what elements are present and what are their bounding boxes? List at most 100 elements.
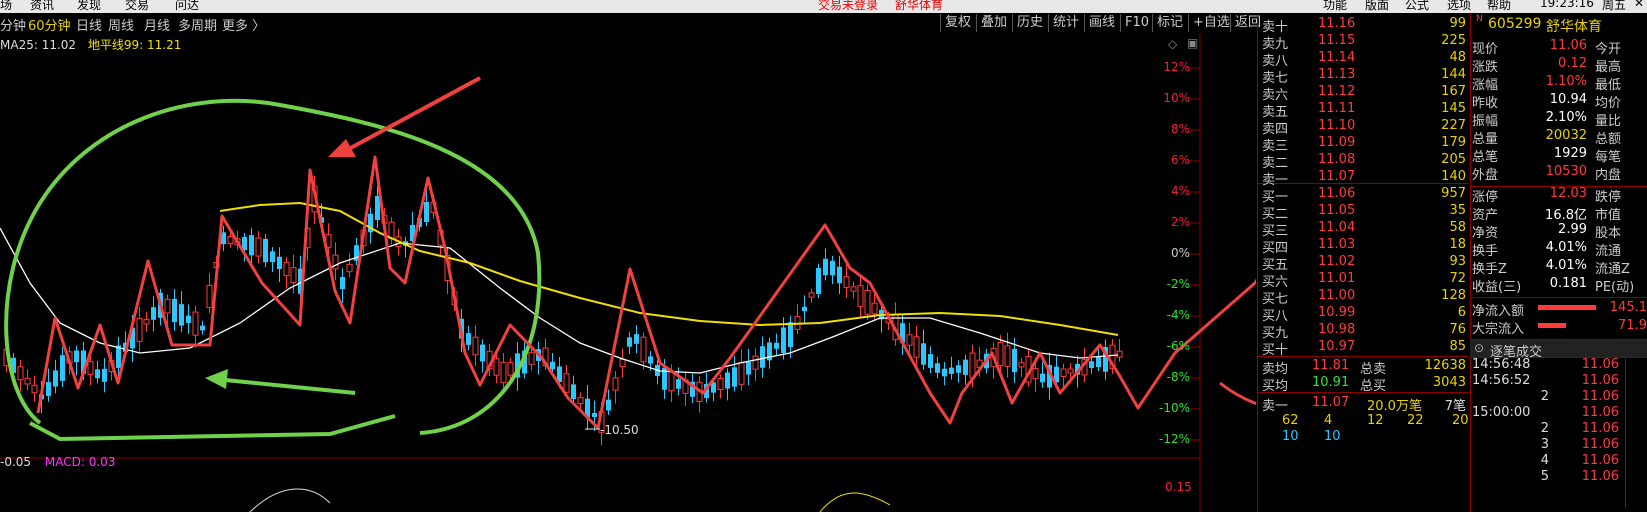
ask-row[interactable]: 卖九 11.15 225 bbox=[1262, 33, 1468, 52]
bid-row[interactable]: 买五 11.02 93 bbox=[1262, 254, 1468, 273]
ask-row[interactable]: 卖五 11.11 145 bbox=[1262, 101, 1468, 120]
toolbar-stats[interactable]: 统计 bbox=[1048, 14, 1083, 32]
annotation-circle-bottom bbox=[29, 414, 396, 442]
ticks-header[interactable]: ⊙ 逐笔成交 bbox=[1470, 339, 1647, 360]
ticks-scrollbar[interactable] bbox=[1625, 358, 1646, 508]
ask-row[interactable]: 卖一 11.07 140 bbox=[1262, 169, 1468, 188]
period-month[interactable]: 月线 bbox=[144, 15, 170, 34]
ask-row[interactable]: 卖七 11.13 144 bbox=[1262, 67, 1468, 86]
toolbar-fuquan[interactable]: 复权 bbox=[940, 14, 975, 32]
candle-body bbox=[507, 362, 514, 376]
candle-body bbox=[95, 369, 100, 379]
login-notice[interactable]: 交易未登录 bbox=[818, 0, 878, 13]
menu-item[interactable]: 选项 bbox=[1447, 0, 1471, 13]
menu-item[interactable]: 公式 bbox=[1405, 0, 1429, 13]
stock-code: 605299 bbox=[1488, 16, 1542, 32]
level-price: 11.13 bbox=[1318, 67, 1356, 82]
queue-qty: 20.0万笔 bbox=[1367, 399, 1422, 414]
candle-body bbox=[277, 256, 282, 270]
menu-item[interactable]: 帮助 bbox=[1487, 0, 1511, 13]
ask-row[interactable]: 卖八 11.14 48 bbox=[1262, 50, 1468, 69]
candle-body bbox=[788, 322, 793, 348]
quote-value: 20032 bbox=[1545, 128, 1587, 143]
candle-body bbox=[1040, 373, 1045, 383]
flow-value: 145.1 bbox=[1609, 300, 1647, 315]
level-price: 11.12 bbox=[1318, 84, 1356, 99]
toolbar-history[interactable]: 历史 bbox=[1012, 14, 1047, 32]
candle-body bbox=[619, 358, 626, 368]
level-volume: 58 bbox=[1449, 220, 1466, 235]
bid-row[interactable]: 买六 11.01 72 bbox=[1262, 271, 1468, 290]
tick-time: 14:56:52 bbox=[1472, 373, 1531, 388]
quote-row: 资产 16.8亿 市值 bbox=[1470, 204, 1647, 223]
toolbar-mark[interactable]: 标记 bbox=[1152, 14, 1187, 32]
toolbar-draw[interactable]: 画线 bbox=[1084, 14, 1119, 32]
menu-item[interactable]: 发现 bbox=[77, 0, 101, 13]
level-volume: 18 bbox=[1449, 237, 1466, 252]
period-day[interactable]: 日线 bbox=[76, 15, 102, 34]
tick-row: 14:56:48 11.06 bbox=[1470, 357, 1647, 374]
period-60min[interactable]: 60分钟 bbox=[28, 15, 71, 34]
period-week[interactable]: 周线 bbox=[108, 15, 134, 34]
quote-value: 0.12 bbox=[1558, 56, 1587, 71]
bid-row[interactable]: 买二 11.05 35 bbox=[1262, 203, 1468, 222]
period-minute[interactable]: 分钟 bbox=[0, 15, 26, 34]
macd-label: MACD: 0.03 bbox=[44, 455, 116, 469]
candle-body bbox=[1116, 350, 1123, 358]
menu-item[interactable]: 资讯 bbox=[30, 0, 54, 13]
menu-item[interactable]: 版面 bbox=[1365, 0, 1389, 13]
candle-body bbox=[571, 384, 576, 400]
level-volume: 225 bbox=[1441, 33, 1466, 48]
bid-row[interactable]: 买七 11.00 128 bbox=[1262, 288, 1468, 307]
ask-row[interactable]: 卖六 11.12 167 bbox=[1262, 84, 1468, 103]
annotation-arrowhead-green bbox=[205, 369, 228, 389]
quote-label-2: 今开 bbox=[1595, 42, 1622, 57]
y-tick: -10% bbox=[1158, 401, 1190, 415]
quote-row: 总笔 1929 每笔 bbox=[1470, 146, 1647, 165]
quote-header: N 605299 舒华体育 bbox=[1470, 14, 1647, 35]
period-multi[interactable]: 多周期 bbox=[178, 15, 217, 34]
menu-item[interactable]: 场 bbox=[0, 0, 12, 13]
annotation-arrow-red bbox=[344, 76, 481, 153]
level-label: 买十 bbox=[1262, 343, 1289, 358]
bid-row[interactable]: 买三 11.04 58 bbox=[1262, 220, 1468, 239]
candle-body bbox=[227, 235, 234, 245]
y-tick: -6% bbox=[1166, 339, 1190, 353]
close-icon[interactable]: ✕ bbox=[1634, 0, 1644, 10]
flow-row: 净流入额 145.1 bbox=[1470, 300, 1647, 319]
level-price: 11.00 bbox=[1318, 288, 1356, 303]
stock-name: 舒华体育 bbox=[1546, 19, 1602, 35]
tick-time: 5 bbox=[1540, 469, 1549, 484]
menu-item[interactable]: 交易 bbox=[125, 0, 149, 13]
ask-row[interactable]: 卖二 11.08 205 bbox=[1262, 152, 1468, 171]
menu-item[interactable]: 功能 bbox=[1323, 0, 1347, 13]
quote-label: 涨跌 bbox=[1472, 60, 1499, 75]
bid-row[interactable]: 买八 10.99 6 bbox=[1262, 305, 1468, 324]
toolbar-f10[interactable]: F10 bbox=[1120, 14, 1153, 32]
bid-row[interactable]: 买九 10.98 76 bbox=[1262, 322, 1468, 341]
bid-row[interactable]: 买十 10.97 85 bbox=[1262, 339, 1468, 358]
tick-time: 3 bbox=[1540, 437, 1549, 452]
ask-row[interactable]: 卖四 11.10 227 bbox=[1262, 118, 1468, 137]
period-more[interactable]: 更多 〉 bbox=[222, 15, 265, 34]
ask-row[interactable]: 卖三 11.09 179 bbox=[1262, 135, 1468, 154]
flow-bar bbox=[1538, 323, 1566, 328]
bid-row[interactable]: 买一 11.06 957 bbox=[1262, 186, 1468, 205]
tick-price: 11.06 bbox=[1581, 469, 1619, 484]
horizon-line bbox=[219, 201, 1119, 336]
candle-body bbox=[472, 336, 479, 356]
candle-body bbox=[830, 260, 835, 276]
bid-row[interactable]: 买四 11.03 18 bbox=[1262, 237, 1468, 256]
menu-item[interactable]: 问达 bbox=[175, 0, 199, 13]
queue-label: 卖一 bbox=[1262, 399, 1289, 414]
collapse-icon[interactable]: ⊙ bbox=[1474, 341, 1484, 355]
quote-label-2: 市值 bbox=[1595, 208, 1622, 223]
ask-row[interactable]: 卖十 11.16 99 bbox=[1262, 16, 1468, 35]
toolbar-add-watch[interactable]: +自选 bbox=[1188, 14, 1234, 32]
kline-chart[interactable]: -10.50 bbox=[0, 33, 1256, 512]
flow-label: 净流入额 bbox=[1472, 304, 1525, 319]
quote-value: 4.01% bbox=[1545, 258, 1587, 273]
candle-body bbox=[648, 356, 653, 364]
toolbar-overlay[interactable]: 叠加 bbox=[976, 14, 1011, 32]
quote-label: 资产 bbox=[1472, 208, 1499, 223]
